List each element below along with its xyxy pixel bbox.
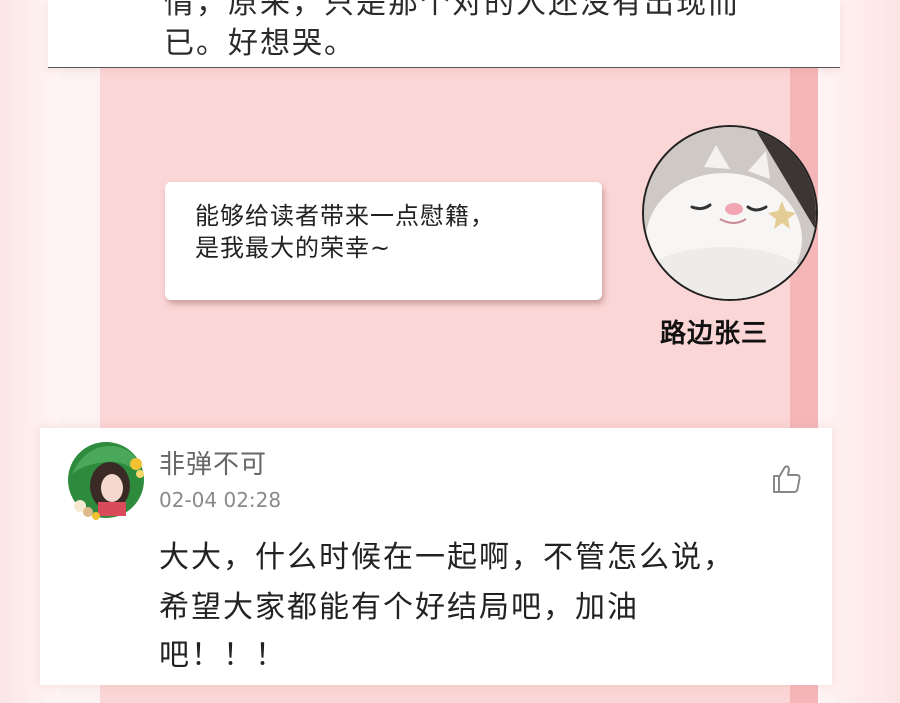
comment-text-line: 吧！！！	[159, 638, 287, 673]
speech-bubble-line: 是我最大的荣幸~	[195, 234, 392, 262]
author-cat-avatar	[642, 125, 818, 301]
comment-text-line: 希望大家都能有个好结局吧，加油	[159, 590, 639, 625]
comic-comment-page: 情，原来，只是那个对的人还没有出现而 已。好想哭。 能够给读者带来一点慰籍， 是…	[0, 0, 900, 703]
speech-bubble-line: 能够给读者带来一点慰籍，	[195, 202, 495, 230]
previous-comment-card: 情，原来，只是那个对的人还没有出现而 已。好想哭。	[48, 0, 840, 68]
user-avatar-image	[68, 442, 144, 520]
comment-timestamp: 02-04 02:28	[159, 488, 282, 512]
thumbs-up-icon	[773, 465, 801, 493]
previous-comment-line: 已。好想哭。	[164, 26, 356, 61]
comment-username[interactable]: 非弹不可	[159, 444, 267, 481]
like-button[interactable]	[770, 462, 804, 496]
speech-bubble: 能够给读者带来一点慰籍， 是我最大的荣幸~	[165, 182, 602, 300]
comment-card: 非弹不可 02-04 02:28 大大，什么时候在一起啊，不管怎么说， 希望大家…	[40, 428, 832, 685]
cat-avatar-illustration	[644, 127, 816, 299]
comment-text-line: 大大，什么时候在一起啊，不管怎么说，	[159, 540, 735, 575]
author-name: 路边张三	[660, 319, 769, 349]
user-avatar[interactable]	[66, 440, 146, 520]
